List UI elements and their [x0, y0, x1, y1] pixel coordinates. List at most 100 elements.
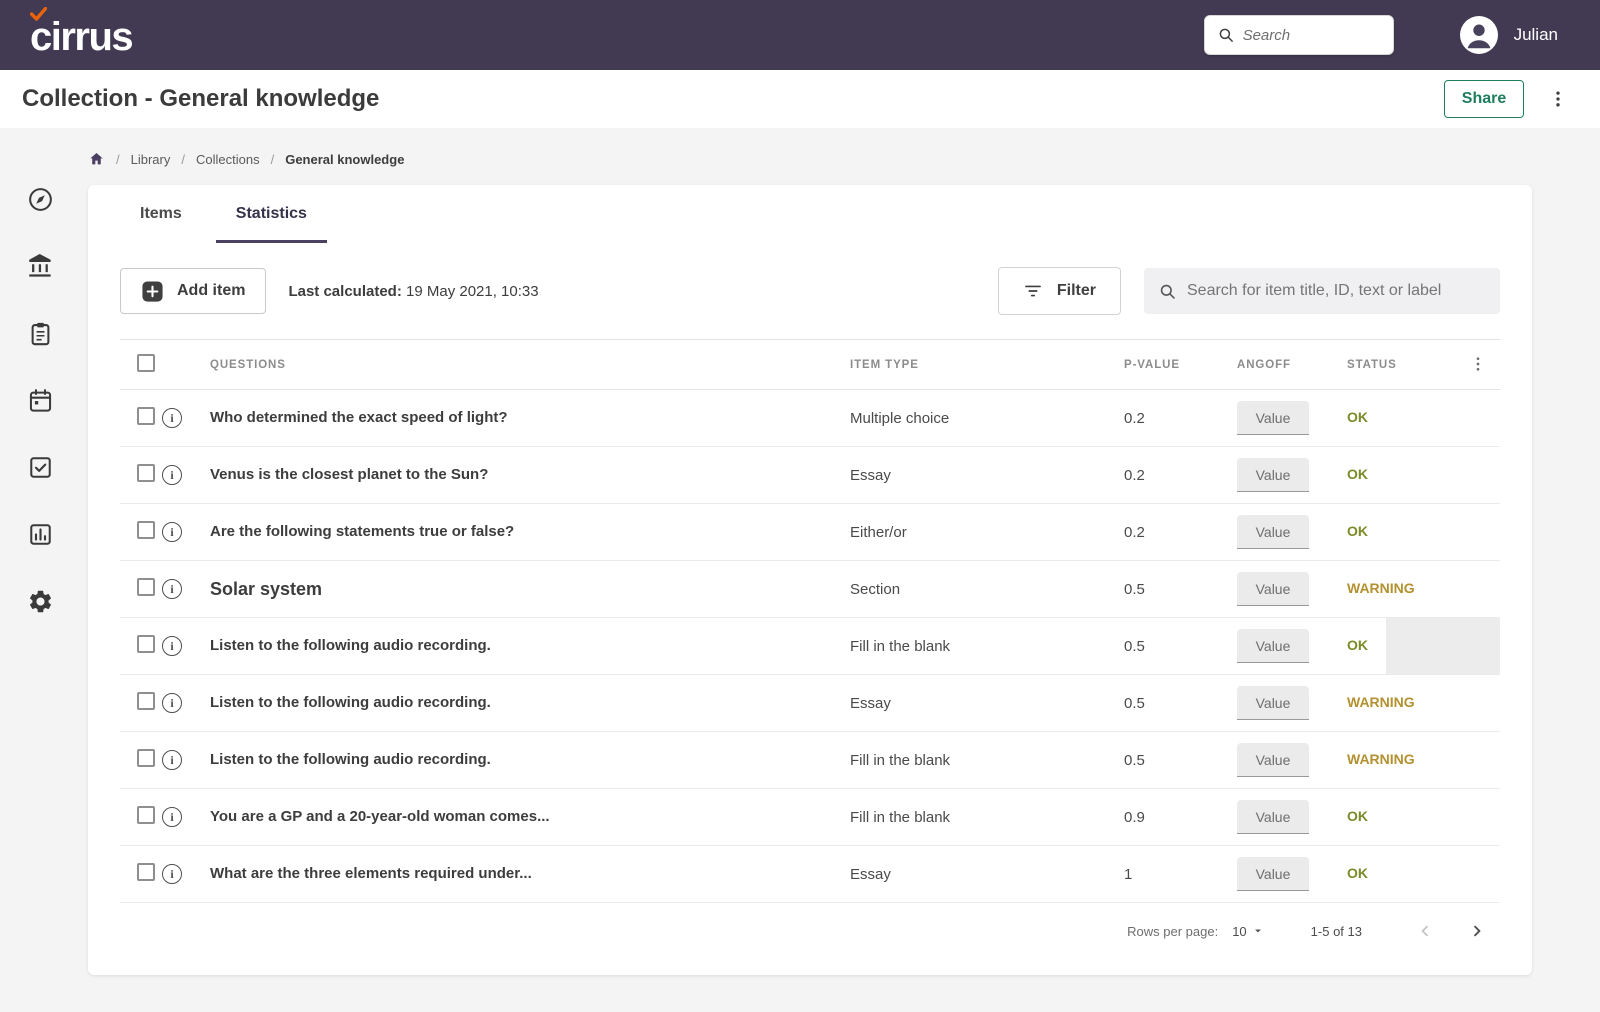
question-title[interactable]: Listen to the following audio recording. — [210, 751, 491, 768]
info-icon[interactable]: i — [162, 465, 182, 485]
breadcrumb-library[interactable]: Library — [131, 152, 171, 167]
gear-icon[interactable] — [27, 588, 54, 615]
row-checkbox[interactable] — [137, 634, 155, 653]
angoff-value-field[interactable]: Value — [1237, 743, 1309, 777]
breadcrumb-separator: / — [270, 151, 275, 167]
info-icon[interactable]: i — [162, 750, 182, 770]
row-checkbox[interactable] — [137, 748, 155, 767]
angoff-value-field[interactable]: Value — [1237, 857, 1309, 891]
status-badge: OK — [1347, 808, 1368, 824]
filter-icon — [1023, 281, 1043, 301]
table-body: i Who determined the exact speed of ligh… — [120, 390, 1500, 903]
column-settings-kebab-icon[interactable] — [1467, 353, 1489, 375]
table-row[interactable]: i Listen to the following audio recordin… — [120, 675, 1500, 732]
question-title[interactable]: What are the three elements required und… — [210, 865, 532, 882]
clipboard-icon[interactable] — [27, 320, 54, 347]
item-search-input[interactable] — [1187, 282, 1486, 300]
add-item-button[interactable]: Add item — [120, 268, 267, 314]
collection-card: Items Statistics Add item Last calculate… — [88, 185, 1532, 975]
angoff-value-field[interactable]: Value — [1237, 401, 1309, 435]
header-kebab-menu-icon[interactable] — [1544, 85, 1572, 113]
row-checkbox[interactable] — [137, 577, 155, 596]
item-type-value: Fill in the blank — [850, 808, 951, 826]
status-badge: OK — [1347, 865, 1368, 881]
angoff-value-field[interactable]: Value — [1237, 686, 1309, 720]
row-checkbox[interactable] — [137, 805, 155, 824]
compass-icon[interactable] — [27, 186, 54, 213]
status-badge: OK — [1347, 523, 1368, 539]
rows-per-page-label: Rows per page: — [1127, 923, 1219, 939]
info-icon[interactable]: i — [162, 864, 182, 884]
info-icon[interactable]: i — [162, 522, 182, 542]
angoff-value-field[interactable]: Value — [1237, 629, 1309, 663]
question-title[interactable]: You are a GP and a 20-year-old woman com… — [210, 808, 550, 825]
info-icon[interactable]: i — [162, 579, 182, 599]
table-row[interactable]: i Solar system Section 0.5 Value WARNING — [120, 561, 1500, 618]
p-value: 0.9 — [1124, 808, 1145, 826]
info-icon[interactable]: i — [162, 408, 182, 428]
previous-page-chevron-icon[interactable] — [1412, 918, 1438, 944]
rows-per-page-select[interactable]: 10 — [1232, 924, 1264, 939]
info-icon[interactable]: i — [162, 693, 182, 713]
breadcrumb-separator: / — [116, 151, 120, 167]
table-row[interactable]: i Listen to the following audio recordin… — [120, 618, 1500, 675]
select-all-checkbox[interactable] — [137, 354, 155, 372]
global-search[interactable] — [1203, 15, 1394, 55]
toolbar: Add item Last calculated: 19 May 2021, 1… — [88, 243, 1532, 315]
table-row[interactable]: i Who determined the exact speed of ligh… — [120, 390, 1500, 447]
table-row[interactable]: i Listen to the following audio recordin… — [120, 732, 1500, 789]
cirrus-logo[interactable]: cirrus — [30, 7, 134, 57]
angoff-value-field[interactable]: Value — [1237, 458, 1309, 492]
user-menu[interactable]: Julian — [1459, 16, 1558, 54]
angoff-value-field[interactable]: Value — [1237, 515, 1309, 549]
question-title[interactable]: Listen to the following audio recording. — [210, 637, 491, 654]
global-search-input[interactable] — [1242, 26, 1373, 44]
chevron-down-icon — [1254, 929, 1261, 933]
breadcrumb-collections[interactable]: Collections — [196, 152, 260, 167]
table-row[interactable]: i Are the following statements true or f… — [120, 504, 1500, 561]
row-checkbox[interactable] — [137, 463, 155, 482]
row-checkbox[interactable] — [137, 406, 155, 425]
home-icon[interactable] — [88, 151, 105, 167]
bar-chart-icon[interactable] — [27, 521, 54, 548]
table-row[interactable]: i You are a GP and a 20-year-old woman c… — [120, 789, 1500, 846]
question-title[interactable]: Who determined the exact speed of light? — [210, 409, 508, 426]
next-page-chevron-icon[interactable] — [1464, 918, 1490, 944]
angoff-value-field[interactable]: Value — [1237, 800, 1309, 834]
share-button[interactable]: Share — [1444, 80, 1524, 118]
question-title[interactable]: Are the following statements true or fal… — [210, 523, 514, 540]
info-icon[interactable]: i — [162, 807, 182, 827]
item-type-value: Either/or — [850, 523, 907, 541]
status-badge: OK — [1347, 637, 1368, 653]
bank-icon[interactable] — [27, 253, 54, 280]
p-value: 1 — [1124, 865, 1133, 883]
avatar-icon — [1459, 16, 1498, 54]
p-value: 0.2 — [1124, 523, 1145, 541]
item-type-value: Fill in the blank — [850, 751, 951, 769]
table-row[interactable]: i Venus is the closest planet to the Sun… — [120, 447, 1500, 504]
breadcrumb-current: General knowledge — [285, 151, 405, 167]
logo-check-icon — [30, 7, 47, 21]
row-checkbox[interactable] — [137, 691, 155, 710]
angoff-value-field[interactable]: Value — [1237, 572, 1309, 606]
table-row[interactable]: i What are the three elements required u… — [120, 846, 1500, 903]
question-title[interactable]: Listen to the following audio recording. — [210, 694, 491, 711]
info-icon[interactable]: i — [162, 636, 182, 656]
col-status: STATUS — [1347, 358, 1397, 371]
user-name: Julian — [1513, 25, 1558, 44]
question-title[interactable]: Venus is the closest planet to the Sun? — [210, 466, 488, 483]
p-value: 0.5 — [1124, 694, 1145, 712]
row-checkbox[interactable] — [137, 862, 155, 881]
calendar-icon[interactable] — [27, 387, 54, 414]
item-search[interactable] — [1144, 268, 1500, 314]
row-checkbox[interactable] — [137, 520, 155, 539]
tab-items[interactable]: Items — [120, 185, 202, 243]
filter-button[interactable]: Filter — [997, 267, 1121, 315]
question-title[interactable]: Solar system — [210, 579, 322, 599]
pagination: Rows per page: 10 1-5 of 13 — [120, 903, 1500, 959]
item-type-value: Essay — [850, 466, 891, 484]
content-area: / Library / Collections / General knowle… — [0, 128, 1600, 1012]
tab-statistics[interactable]: Statistics — [215, 185, 328, 243]
item-type-value: Fill in the blank — [850, 637, 951, 655]
task-check-icon[interactable] — [27, 454, 54, 481]
